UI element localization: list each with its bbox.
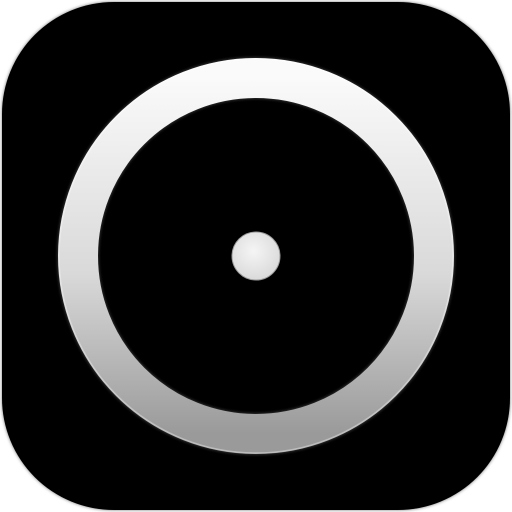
icon-canvas	[0, 0, 512, 512]
app-icon[interactable]	[2, 2, 510, 510]
circle-dot-icon	[57, 57, 455, 455]
center-dot	[231, 231, 281, 281]
